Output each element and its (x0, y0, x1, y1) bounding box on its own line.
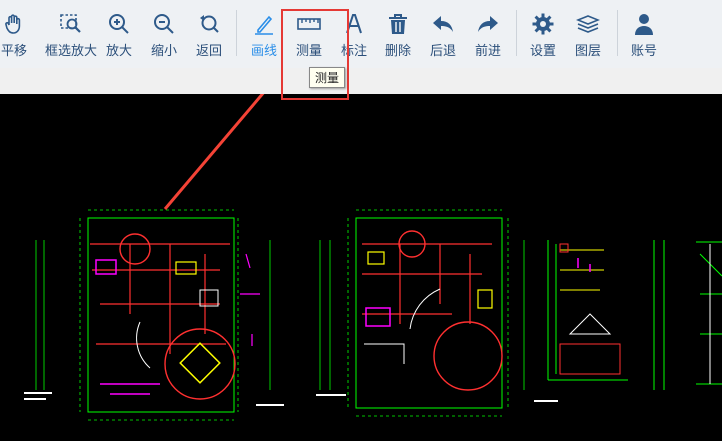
floor-plan-2 (319, 209, 525, 417)
undo-arrow-icon (433, 16, 453, 32)
redo-arrow-icon (478, 16, 498, 32)
drawing-notes (24, 392, 558, 406)
tool-undo[interactable]: 后退 (426, 0, 460, 68)
box-zoom-icon (60, 14, 81, 33)
elevation-detail (653, 240, 722, 390)
tool-label: 放大 (105, 44, 132, 59)
tool-label: 画线 (250, 44, 277, 59)
tool-label: 缩小 (150, 44, 177, 59)
tool-delete[interactable]: 删除 (381, 0, 415, 68)
tool-label: 返回 (195, 44, 222, 59)
cad-drawing (24, 94, 722, 421)
toolbar-divider (516, 10, 517, 56)
toolbar-divider (236, 10, 237, 56)
zoom-back-icon (200, 15, 219, 33)
layers-icon (576, 15, 600, 33)
tool-draw-line[interactable]: 画线 (247, 0, 281, 68)
floor-plan-1 (35, 209, 271, 421)
toolbar-divider (617, 10, 618, 56)
tool-box-zoom[interactable]: 框选放大 (42, 0, 100, 68)
tool-label: 设置 (529, 44, 556, 59)
user-icon (635, 14, 653, 35)
tool-label: 删除 (384, 44, 411, 59)
tool-label: 后退 (429, 44, 456, 59)
toolbar-strip (0, 68, 722, 94)
zoom-in-icon (109, 14, 129, 34)
tool-settings[interactable]: 设置 (526, 0, 560, 68)
annotation-arrow (163, 94, 265, 210)
trash-icon (389, 14, 407, 34)
tool-zoom-out[interactable]: 缩小 (148, 0, 180, 68)
tool-zoom-back[interactable]: 返回 (193, 0, 225, 68)
tool-label: 前进 (474, 44, 501, 59)
gear-icon (532, 13, 554, 35)
tool-label: 图层 (574, 44, 601, 59)
tool-layers[interactable]: 图层 (571, 0, 605, 68)
tool-label: 账号 (630, 44, 657, 59)
tool-label: 平移 (0, 44, 27, 59)
tool-pan[interactable]: 平移 (0, 0, 32, 68)
toolbar: 平移 框选放大 放大 缩小 返回 画线 测量 标注 删除 后退 前进 设置 图层… (0, 0, 722, 68)
section-detail (547, 240, 628, 381)
tooltip: 测量 (309, 67, 346, 88)
draw-line-icon (255, 15, 273, 35)
cad-canvas[interactable] (0, 94, 722, 441)
tool-label: 框选放大 (44, 44, 97, 59)
zoom-out-icon (154, 14, 174, 34)
tool-redo[interactable]: 前进 (471, 0, 505, 68)
pan-hand-icon (5, 14, 21, 34)
tool-zoom-in[interactable]: 放大 (103, 0, 135, 68)
tool-account[interactable]: 账号 (627, 0, 661, 68)
